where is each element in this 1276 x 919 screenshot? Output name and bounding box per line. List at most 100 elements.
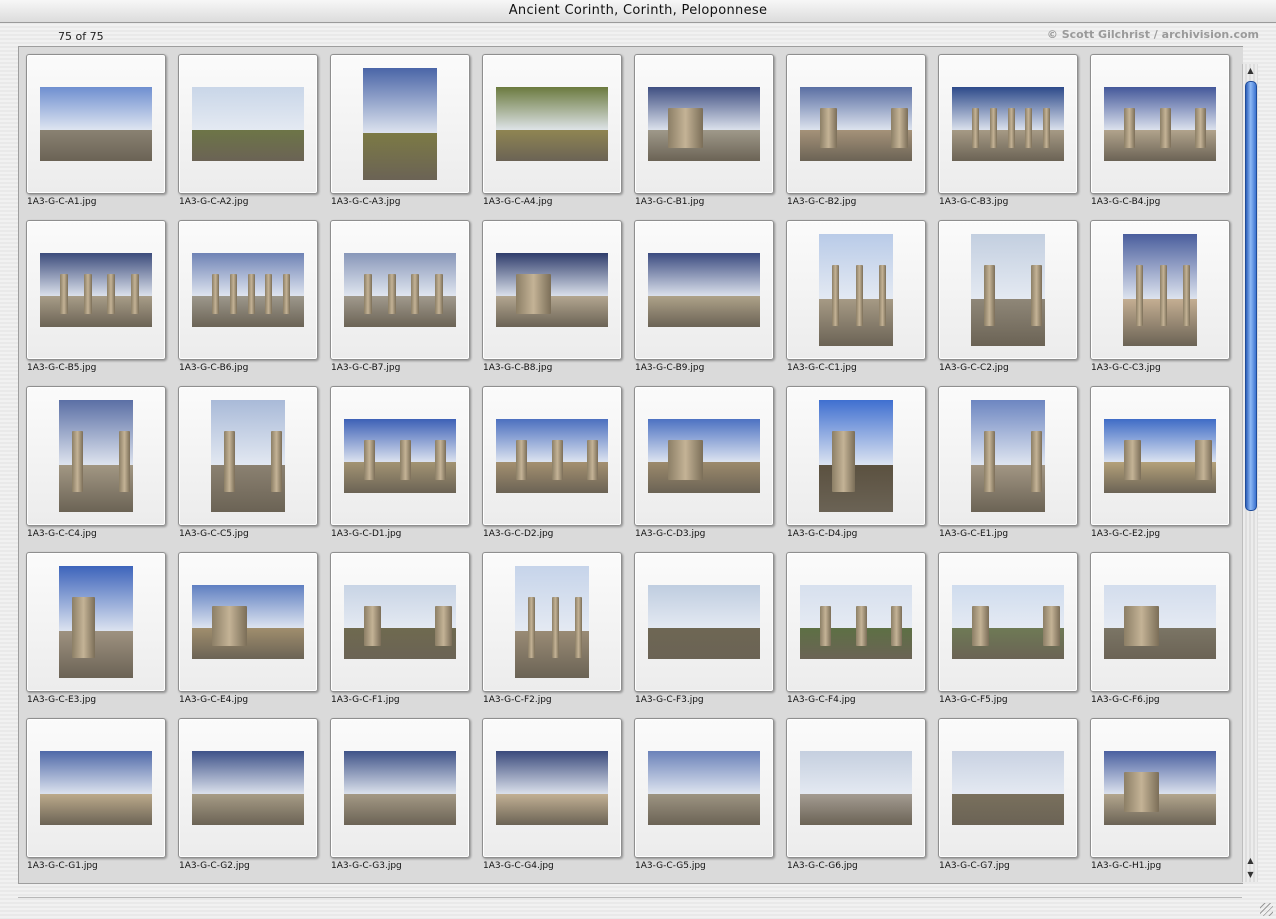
thumbnail-item[interactable]: 1A3-G-C-B7.jpg — [324, 214, 476, 374]
slide-frame[interactable] — [786, 718, 926, 858]
slide-frame[interactable] — [1090, 54, 1230, 194]
slide-frame[interactable] — [26, 386, 166, 526]
slide-frame[interactable] — [938, 718, 1078, 858]
slide-frame[interactable] — [634, 54, 774, 194]
slide-frame[interactable] — [634, 552, 774, 692]
thumbnail-image[interactable] — [211, 400, 285, 512]
thumbnail-item[interactable]: 1A3-G-C-F1.jpg — [324, 546, 476, 706]
thumbnail-image[interactable] — [648, 87, 760, 161]
thumbnail-image[interactable] — [344, 751, 456, 825]
thumbnail-image[interactable] — [192, 585, 304, 659]
thumbnail-item[interactable]: 1A3-G-C-A4.jpg — [476, 48, 628, 208]
thumbnail-item[interactable]: 1A3-G-C-A1.jpg — [20, 48, 172, 208]
thumbnail-image[interactable] — [800, 751, 912, 825]
thumbnail-item[interactable]: 1A3-G-C-A2.jpg — [172, 48, 324, 208]
slide-frame[interactable] — [482, 54, 622, 194]
thumbnail-item[interactable]: 1A3-G-C-G3.jpg — [324, 712, 476, 872]
thumbnail-item[interactable]: 1A3-G-C-H1.jpg — [1084, 712, 1236, 872]
slide-frame[interactable] — [178, 54, 318, 194]
thumbnail-image[interactable] — [1104, 751, 1216, 825]
thumbnail-item[interactable]: 1A3-G-C-C3.jpg — [1084, 214, 1236, 374]
thumbnail-item[interactable]: 1A3-G-C-E1.jpg — [932, 380, 1084, 540]
thumbnail-item[interactable]: 1A3-G-C-D2.jpg — [476, 380, 628, 540]
slide-frame[interactable] — [26, 54, 166, 194]
thumbnail-item[interactable]: 1A3-G-C-B6.jpg — [172, 214, 324, 374]
thumbnail-item[interactable]: 1A3-G-C-C5.jpg — [172, 380, 324, 540]
thumbnail-item[interactable]: 1A3-G-C-G2.jpg — [172, 712, 324, 872]
thumbnail-image[interactable] — [952, 751, 1064, 825]
thumbnail-image[interactable] — [363, 68, 437, 180]
thumbnail-image[interactable] — [819, 234, 893, 346]
thumbnail-item[interactable]: 1A3-G-C-C2.jpg — [932, 214, 1084, 374]
thumbnail-image[interactable] — [800, 585, 912, 659]
slide-frame[interactable] — [26, 552, 166, 692]
thumbnail-item[interactable]: 1A3-G-C-E2.jpg — [1084, 380, 1236, 540]
slide-frame[interactable] — [634, 220, 774, 360]
thumbnail-item[interactable]: 1A3-G-C-D4.jpg — [780, 380, 932, 540]
thumbnail-item[interactable]: 1A3-G-C-B5.jpg — [20, 214, 172, 374]
thumbnail-image[interactable] — [971, 400, 1045, 512]
scroll-down-arrow-icon[interactable]: ▼ — [1243, 868, 1258, 882]
thumbnail-image[interactable] — [496, 751, 608, 825]
thumbnail-item[interactable]: 1A3-G-C-B2.jpg — [780, 48, 932, 208]
thumbnail-image[interactable] — [192, 87, 304, 161]
thumbnail-image[interactable] — [496, 253, 608, 327]
thumbnail-item[interactable]: 1A3-G-C-G6.jpg — [780, 712, 932, 872]
thumbnail-image[interactable] — [648, 751, 760, 825]
thumbnail-image[interactable] — [819, 400, 893, 512]
thumbnail-item[interactable]: 1A3-G-C-C1.jpg — [780, 214, 932, 374]
slide-frame[interactable] — [178, 552, 318, 692]
scroll-up-arrow-icon[interactable]: ▲ — [1243, 64, 1258, 78]
thumbnail-image[interactable] — [192, 253, 304, 327]
thumbnail-item[interactable]: 1A3-G-C-F4.jpg — [780, 546, 932, 706]
thumbnail-image[interactable] — [59, 566, 133, 678]
thumbnail-image[interactable] — [515, 566, 589, 678]
thumbnail-image[interactable] — [1104, 419, 1216, 493]
thumbnail-item[interactable]: 1A3-G-C-B4.jpg — [1084, 48, 1236, 208]
thumbnail-image[interactable] — [344, 585, 456, 659]
thumbnail-image[interactable] — [40, 253, 152, 327]
slide-frame[interactable] — [482, 552, 622, 692]
slide-frame[interactable] — [482, 718, 622, 858]
slide-frame[interactable] — [938, 220, 1078, 360]
thumbnail-item[interactable]: 1A3-G-C-C4.jpg — [20, 380, 172, 540]
slide-frame[interactable] — [1090, 718, 1230, 858]
thumbnail-image[interactable] — [648, 585, 760, 659]
thumbnail-image[interactable] — [800, 87, 912, 161]
thumbnail-image[interactable] — [192, 751, 304, 825]
vertical-scrollbar[interactable]: ▲ ▲ ▼ — [1242, 64, 1258, 882]
slide-frame[interactable] — [330, 54, 470, 194]
slide-frame[interactable] — [1090, 220, 1230, 360]
thumbnail-item[interactable]: 1A3-G-C-F3.jpg — [628, 546, 780, 706]
thumbnail-image[interactable] — [952, 585, 1064, 659]
thumbnail-image[interactable] — [344, 253, 456, 327]
thumbnail-item[interactable]: 1A3-G-C-B9.jpg — [628, 214, 780, 374]
slide-frame[interactable] — [634, 386, 774, 526]
thumbnail-image[interactable] — [496, 419, 608, 493]
slide-frame[interactable] — [178, 220, 318, 360]
slide-frame[interactable] — [330, 220, 470, 360]
slide-frame[interactable] — [634, 718, 774, 858]
resize-grip-icon[interactable] — [1260, 903, 1273, 916]
slide-frame[interactable] — [178, 718, 318, 858]
scroll-up-arrow-bottom-icon[interactable]: ▲ — [1243, 854, 1258, 868]
slide-frame[interactable] — [938, 54, 1078, 194]
thumbnail-item[interactable]: 1A3-G-C-G7.jpg — [932, 712, 1084, 872]
slide-frame[interactable] — [938, 386, 1078, 526]
slide-frame[interactable] — [26, 718, 166, 858]
slide-frame[interactable] — [330, 552, 470, 692]
thumbnail-item[interactable]: 1A3-G-C-B8.jpg — [476, 214, 628, 374]
slide-frame[interactable] — [1090, 552, 1230, 692]
slide-frame[interactable] — [178, 386, 318, 526]
slide-frame[interactable] — [482, 386, 622, 526]
thumbnail-item[interactable]: 1A3-G-C-B1.jpg — [628, 48, 780, 208]
slide-frame[interactable] — [482, 220, 622, 360]
thumbnail-image[interactable] — [40, 751, 152, 825]
thumbnail-image[interactable] — [1104, 585, 1216, 659]
thumbnail-item[interactable]: 1A3-G-C-A3.jpg — [324, 48, 476, 208]
slide-frame[interactable] — [26, 220, 166, 360]
thumbnail-image[interactable] — [344, 419, 456, 493]
thumbnail-item[interactable]: 1A3-G-C-B3.jpg — [932, 48, 1084, 208]
slide-frame[interactable] — [938, 552, 1078, 692]
thumbnail-image[interactable] — [648, 253, 760, 327]
